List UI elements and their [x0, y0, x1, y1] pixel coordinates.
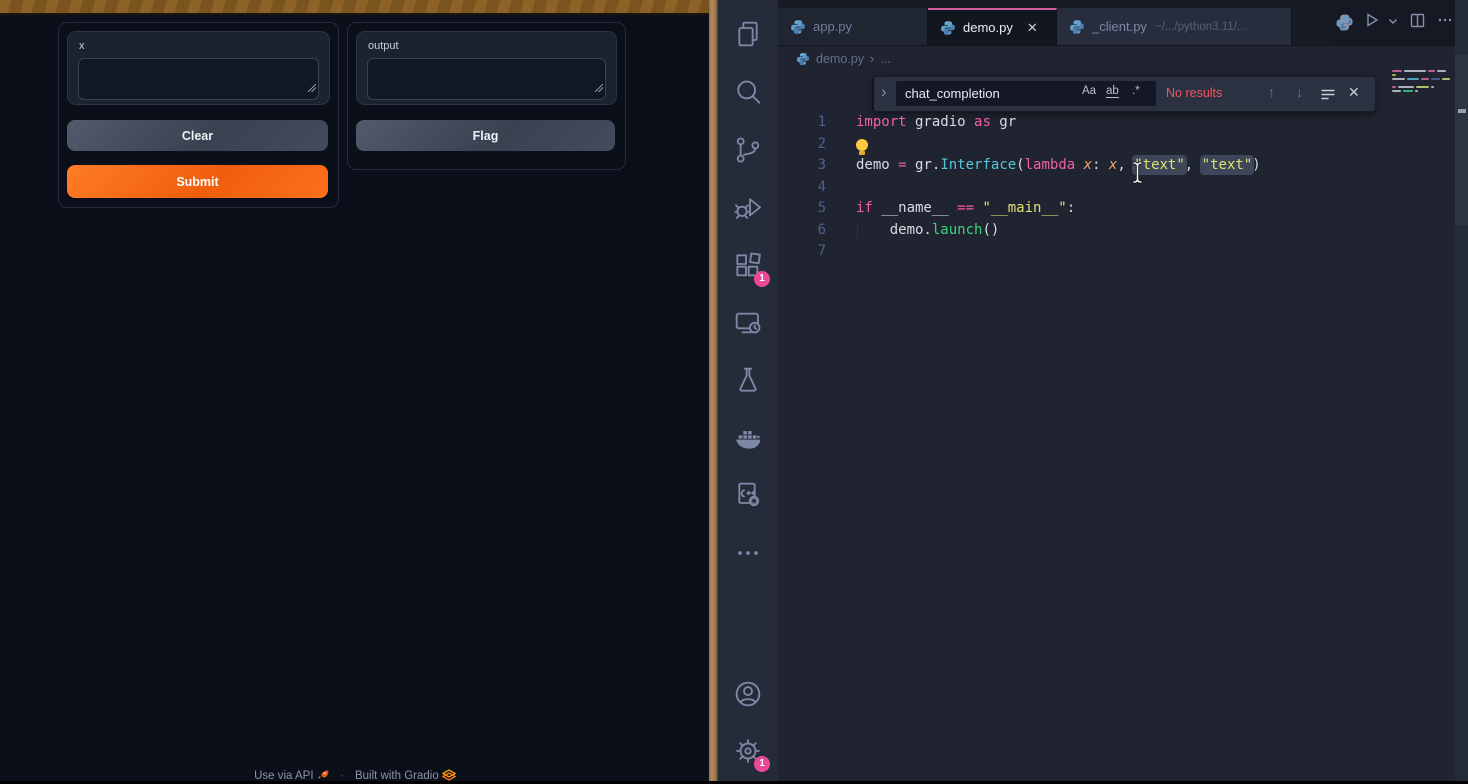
account-icon[interactable]	[732, 678, 764, 710]
input-column: x Clear Submit	[58, 22, 339, 208]
split-editor-icon[interactable]	[1409, 12, 1426, 34]
code-line[interactable]: 6 demo.launch()	[778, 220, 1392, 242]
breadcrumb-file[interactable]: demo.py	[816, 52, 864, 66]
breadcrumb-separator: ›	[870, 52, 874, 66]
explorer-icon[interactable]	[732, 18, 764, 50]
extensions-badge: 1	[754, 271, 770, 287]
find-widget: › Aa ab .* No results ↑ ↓ ✕	[872, 76, 1376, 112]
remote-explorer-icon[interactable]	[732, 307, 764, 339]
code-action-lightbulb-icon[interactable]	[856, 139, 868, 151]
find-results-status: No results	[1166, 86, 1222, 100]
line-number: 5	[778, 198, 826, 220]
python-file-icon	[790, 19, 806, 35]
beaker-icon[interactable]	[732, 364, 764, 396]
output-block: output	[356, 31, 617, 105]
footer-separator: ·	[340, 770, 344, 782]
previous-match-icon[interactable]: ↑	[1268, 84, 1275, 100]
extensions-icon[interactable]: 1	[732, 250, 764, 282]
code-line[interactable]: 4	[778, 177, 1392, 199]
python-file-icon	[940, 20, 956, 36]
tab-app-py[interactable]: app.py	[778, 8, 928, 45]
desktop-gap	[709, 0, 718, 781]
more-actions-icon[interactable]	[1436, 11, 1454, 34]
settings-badge: 1	[754, 756, 770, 772]
gradio-footer: Use via API · Built with Gradio	[0, 769, 710, 784]
tab-label: demo.py	[963, 20, 1013, 35]
code-editor[interactable]: 1import gradio as gr23demo = gr.Interfac…	[778, 112, 1392, 263]
next-match-icon[interactable]: ↓	[1296, 84, 1303, 100]
more-views-icon[interactable]	[732, 537, 764, 569]
input-block: x	[67, 31, 330, 105]
line-number: 6	[778, 220, 826, 242]
python-file-icon	[1069, 19, 1085, 35]
loading-stripe-bar	[0, 0, 710, 15]
line-number: 2	[778, 134, 826, 156]
minimap[interactable]	[1392, 70, 1450, 94]
tab-label: _client.py	[1092, 19, 1147, 34]
activity-bar: 1 1	[718, 0, 778, 781]
close-find-icon[interactable]: ✕	[1348, 84, 1360, 101]
code-line[interactable]: 7	[778, 241, 1392, 263]
line-number: 4	[778, 177, 826, 199]
editor-actions	[1330, 0, 1468, 45]
output-label: output	[368, 40, 399, 52]
breadcrumb-more[interactable]: ...	[880, 52, 890, 66]
editor-tab-bar: app.py demo.py ✕ _client.py ~/.../python…	[778, 0, 1468, 46]
built-with-gradio-link[interactable]: Built with Gradio	[355, 770, 439, 782]
whole-word-icon[interactable]: ab	[1106, 85, 1119, 98]
find-input[interactable]	[896, 81, 1083, 106]
scrollbar-slider[interactable]	[1455, 55, 1468, 225]
line-number: 3	[778, 155, 826, 177]
submit-button[interactable]: Submit	[67, 165, 328, 198]
breadcrumb[interactable]: demo.py › ...	[796, 45, 1456, 73]
source-control-icon[interactable]	[732, 134, 764, 166]
tab-label: app.py	[813, 19, 852, 34]
find-in-selection-icon[interactable]	[1320, 87, 1336, 108]
flag-button[interactable]: Flag	[356, 120, 615, 151]
python-interpreter-icon[interactable]	[1336, 14, 1353, 31]
tab-client-py[interactable]: _client.py ~/.../python3.11/...	[1057, 8, 1292, 45]
tab-close-icon[interactable]: ✕	[1027, 20, 1038, 36]
input-textarea[interactable]	[78, 58, 319, 100]
run-debug-icon[interactable]	[732, 192, 764, 224]
code-line[interactable]: 2	[778, 134, 1392, 156]
use-via-api-link[interactable]: Use via API	[254, 770, 313, 782]
run-python-file-icon[interactable]	[1363, 11, 1381, 34]
rocket-icon	[317, 769, 329, 784]
match-case-icon[interactable]: Aa	[1082, 85, 1096, 97]
tab-demo-py[interactable]: demo.py ✕	[928, 8, 1057, 45]
indent-guide	[857, 222, 858, 239]
clear-button[interactable]: Clear	[67, 120, 328, 151]
python-file-icon	[796, 52, 810, 66]
cmake-tools-icon[interactable]	[732, 479, 764, 511]
code-line[interactable]: 1import gradio as gr	[778, 112, 1392, 134]
docker-icon[interactable]	[732, 422, 764, 454]
output-column: output Flag	[347, 22, 626, 170]
input-label: x	[79, 40, 85, 52]
overview-ruler-marker	[1458, 109, 1466, 113]
text-cursor	[1130, 160, 1145, 185]
regex-icon[interactable]: .*	[1132, 85, 1140, 97]
find-input-box: Aa ab .*	[896, 81, 1156, 106]
line-number: 1	[778, 112, 826, 134]
toggle-replace-chevron-icon[interactable]: ›	[881, 82, 887, 102]
run-dropdown-chevron-icon[interactable]	[1387, 14, 1399, 32]
tab-path-description: ~/.../python3.11/...	[1155, 21, 1247, 33]
gradio-logo-icon	[442, 769, 456, 784]
output-textarea[interactable]	[367, 58, 606, 100]
code-line[interactable]: 5if __name__ == "__main__":	[778, 198, 1392, 220]
settings-gear-icon[interactable]: 1	[732, 735, 764, 767]
line-number: 7	[778, 241, 826, 263]
search-icon[interactable]	[732, 76, 764, 108]
gradio-app-window: x Clear Submit output Flag Use via API ·…	[0, 0, 710, 781]
code-line[interactable]: 3demo = gr.Interface(lambda x: x, "text"…	[778, 155, 1392, 177]
